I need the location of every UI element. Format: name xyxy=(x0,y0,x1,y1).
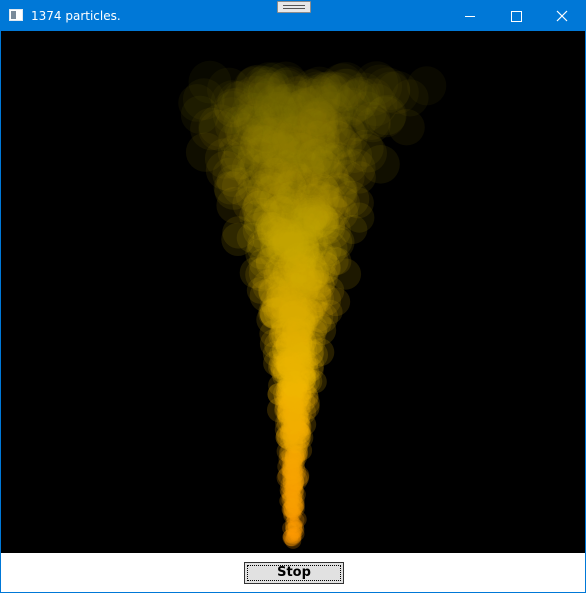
particle xyxy=(280,420,302,442)
maximize-icon xyxy=(511,11,522,22)
minimize-icon xyxy=(465,16,475,17)
close-icon xyxy=(556,10,568,22)
particle xyxy=(295,380,315,400)
particle xyxy=(388,109,425,146)
particle xyxy=(223,136,261,174)
close-button[interactable] xyxy=(539,1,585,31)
particle-plume xyxy=(178,60,447,549)
particle xyxy=(247,75,285,113)
particle xyxy=(285,458,302,474)
particle xyxy=(282,528,300,547)
particle xyxy=(237,169,273,205)
drag-grip-handle[interactable] xyxy=(277,1,311,13)
app-icon[interactable] xyxy=(9,9,23,21)
particle xyxy=(321,172,357,208)
particle xyxy=(344,202,375,233)
window-title: 1374 particles. xyxy=(31,9,121,23)
title-bar[interactable]: 1374 particles. xyxy=(1,1,585,31)
particle xyxy=(286,167,319,200)
particle xyxy=(278,248,309,279)
particle xyxy=(285,479,303,497)
particle-canvas xyxy=(1,31,585,553)
particle xyxy=(286,513,299,526)
particle xyxy=(221,222,255,256)
stop-button-label: Stop xyxy=(277,565,311,580)
particle xyxy=(268,355,292,379)
stop-button[interactable]: Stop xyxy=(244,562,344,584)
control-bar: Stop xyxy=(1,553,585,592)
particle xyxy=(290,354,312,376)
particle xyxy=(278,302,304,328)
minimize-button[interactable] xyxy=(447,1,493,31)
particle xyxy=(278,394,305,421)
particle xyxy=(306,133,345,171)
app-window: 1374 particles. Stop xyxy=(0,0,586,593)
maximize-button[interactable] xyxy=(493,1,539,31)
particle xyxy=(407,66,447,106)
particle xyxy=(269,219,302,252)
particle xyxy=(308,242,338,272)
